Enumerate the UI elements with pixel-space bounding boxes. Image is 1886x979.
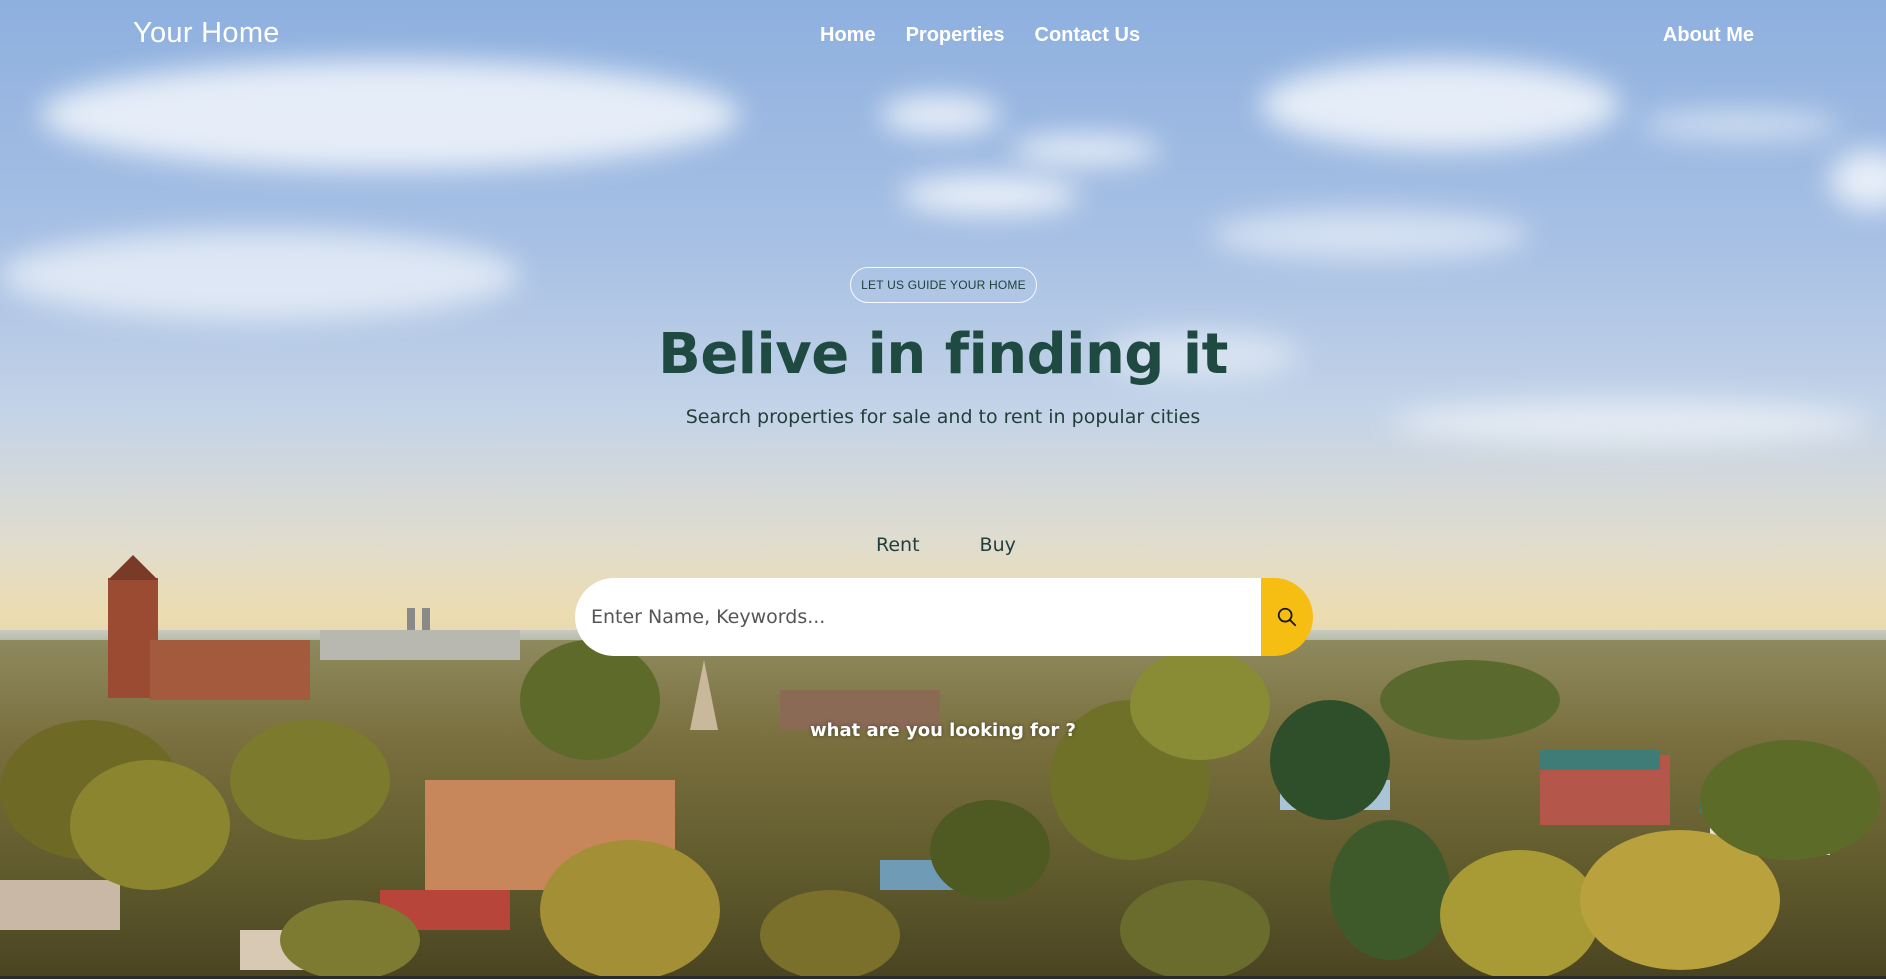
hero-background [0, 0, 1886, 976]
page-title: Belive in finding it [658, 322, 1228, 387]
page-subtitle: Search properties for sale and to rent i… [685, 406, 1201, 428]
cloud [1260, 60, 1620, 150]
tree [540, 840, 720, 976]
roof [320, 630, 520, 660]
tab-buy[interactable]: Buy [980, 534, 1016, 556]
church-building [150, 640, 310, 700]
nav-item-about-me[interactable]: About Me [1663, 24, 1754, 47]
tree [1270, 700, 1390, 820]
nav-item-properties[interactable]: Properties [906, 24, 1005, 47]
tab-rent[interactable]: Rent [876, 534, 920, 556]
search-input[interactable] [575, 578, 1265, 656]
cloud [880, 95, 1000, 135]
nav-item-contact-us[interactable]: Contact Us [1035, 24, 1141, 47]
tree [280, 900, 420, 976]
roof [1540, 750, 1660, 770]
cloud [1640, 110, 1840, 140]
tree [1120, 880, 1270, 976]
tree [1440, 850, 1600, 976]
tree [520, 640, 660, 760]
tree [1130, 650, 1270, 760]
search-bar [575, 578, 1313, 656]
search-button[interactable] [1261, 578, 1313, 656]
cloud [1010, 135, 1160, 165]
cloud [1830, 150, 1886, 210]
cloud [40, 60, 740, 170]
search-tabs: Rent Buy [876, 534, 1016, 556]
tree [1700, 740, 1880, 860]
tree [930, 800, 1050, 900]
brand-logo[interactable]: Your Home [133, 17, 280, 50]
main-nav: Home Properties Contact Us [820, 24, 1170, 47]
search-hint: what are you looking for ? [810, 720, 1076, 741]
tree [760, 890, 900, 976]
nav-item-home[interactable]: Home [820, 24, 876, 47]
eyebrow-badge: LET US GUIDE YOUR HOME [850, 267, 1037, 303]
cloud [0, 230, 520, 320]
tree [1330, 820, 1450, 960]
church-spire [108, 555, 158, 580]
cloud [1210, 210, 1530, 260]
tree [70, 760, 230, 890]
cloud [900, 175, 1080, 215]
search-icon [1277, 607, 1297, 627]
roof [0, 880, 120, 930]
